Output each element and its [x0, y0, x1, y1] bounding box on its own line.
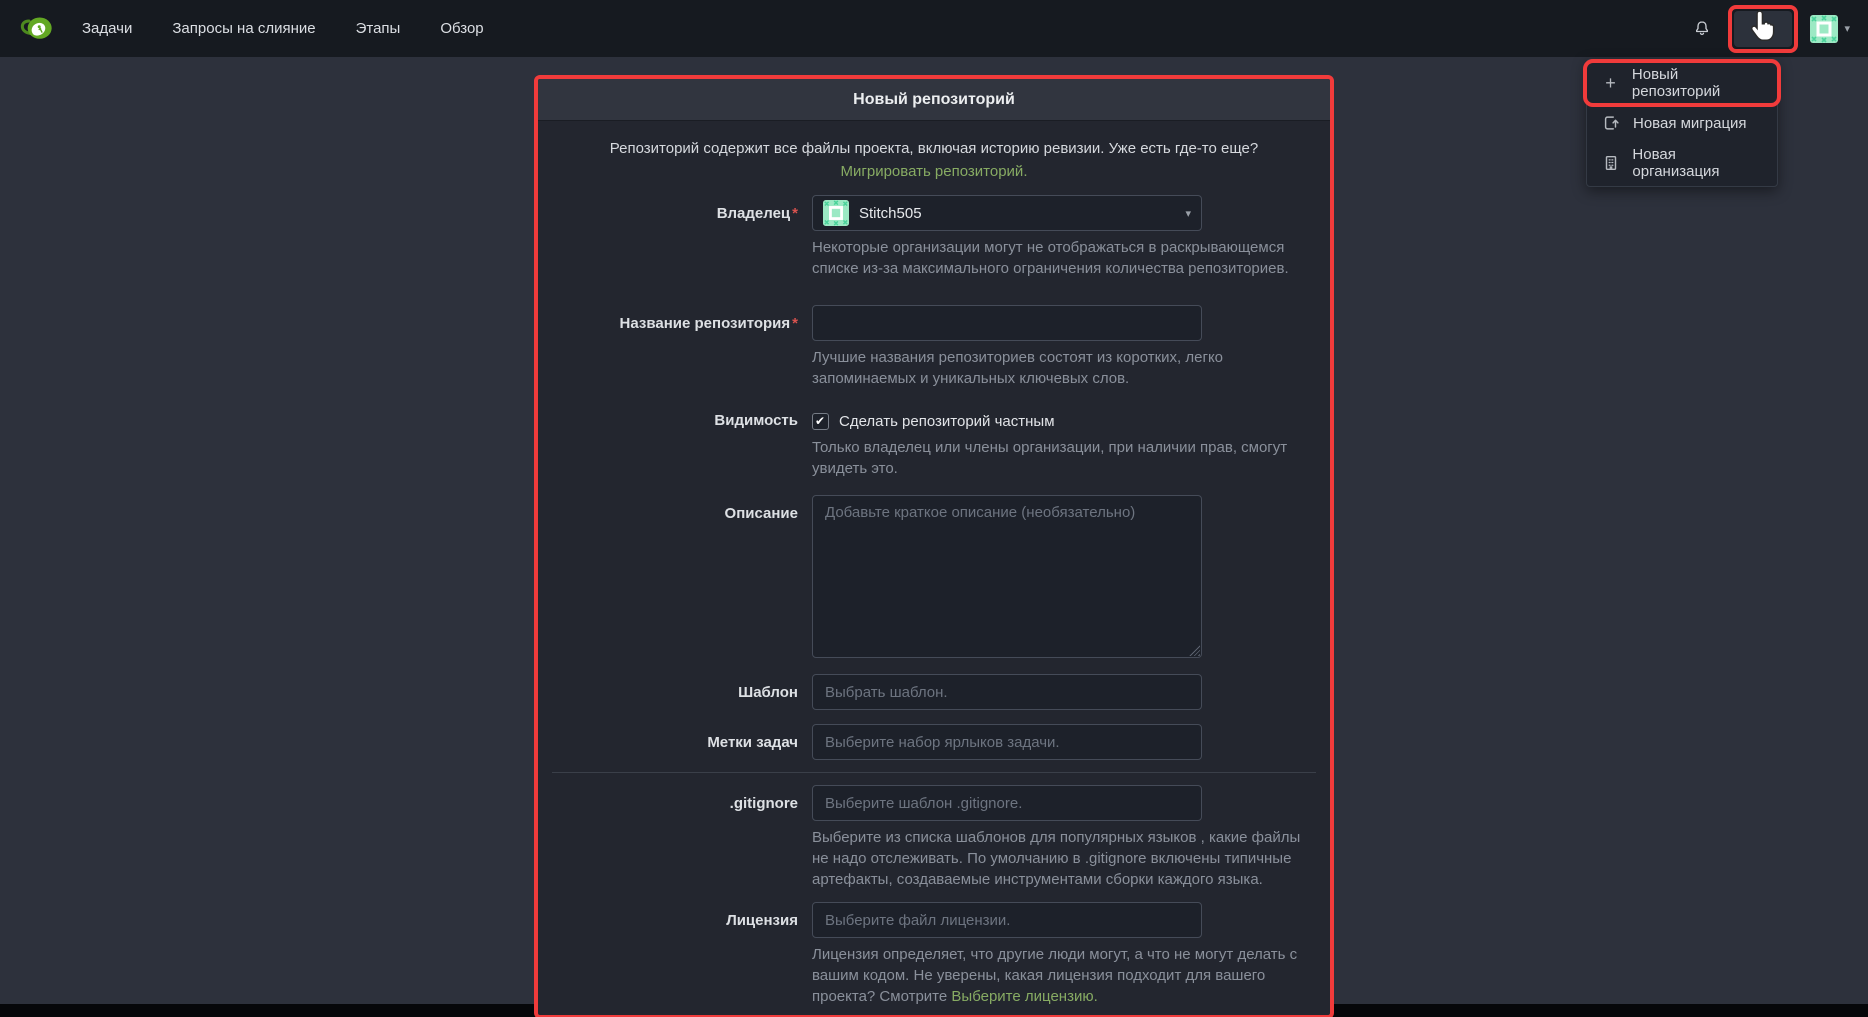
new-repository-form: Новый репозиторий Репозиторий содержит в… — [534, 75, 1334, 1017]
license-label: Лицензия — [538, 902, 812, 1007]
license-row: Лицензия Лицензия определяет, что другие… — [538, 902, 1330, 1007]
required-marker: * — [792, 205, 798, 222]
gitignore-input[interactable] — [812, 785, 1202, 821]
plus-icon: + — [1601, 73, 1620, 94]
notifications-button[interactable] — [1690, 17, 1714, 41]
owner-row: Владелец* Stitch505 ▾ Некоторые организа… — [538, 195, 1330, 279]
repo-name-label: Название репозитория* — [538, 305, 812, 389]
menu-item-new-organization[interactable]: Новая организация — [1587, 143, 1777, 183]
license-help: Лицензия определяет, что другие люди мог… — [812, 944, 1308, 1007]
form-intro: Репозиторий содержит все файлы проекта, … — [572, 137, 1296, 183]
repo-name-row: Название репозитория* Лучшие названия ре… — [538, 305, 1330, 389]
owner-label: Владелец* — [538, 195, 812, 279]
chevron-down-icon: ▾ — [1185, 207, 1191, 220]
bell-icon — [1692, 19, 1712, 39]
create-dropdown-menu: + Новый репозиторий Новая миграция Новая… — [1586, 59, 1778, 187]
issue-labels-label: Метки задач — [538, 724, 812, 760]
private-checkbox-label[interactable]: Сделать репозиторий частным — [839, 413, 1055, 430]
gitea-logo-icon — [20, 13, 54, 45]
navbar-right-actions: + ▾ ▾ — [1690, 5, 1850, 53]
highlight-box-create-button: + ▾ — [1728, 5, 1798, 53]
top-navbar: Задачи Запросы на слияние Этапы Обзор + … — [0, 0, 1868, 57]
template-row: Шаблон — [538, 674, 1330, 710]
organization-icon — [1601, 154, 1620, 172]
menu-item-label: Новая миграция — [1633, 115, 1747, 132]
menu-item-new-migration[interactable]: Новая миграция — [1587, 103, 1777, 143]
visibility-help: Только владелец или члены организации, п… — [812, 437, 1308, 479]
required-marker: * — [792, 315, 798, 332]
issue-labels-row: Метки задач — [538, 724, 1330, 760]
user-menu-button[interactable]: ▾ — [1810, 15, 1850, 43]
license-input[interactable] — [812, 902, 1202, 938]
owner-avatar — [823, 200, 849, 226]
gitea-logo[interactable] — [20, 13, 54, 45]
nav-item-explore[interactable]: Обзор — [440, 20, 483, 37]
visibility-row: Видимость Сделать репозиторий частным То… — [538, 411, 1330, 479]
issue-labels-input[interactable] — [812, 724, 1202, 760]
owner-help: Некоторые организации могут не отображат… — [812, 237, 1308, 279]
description-textarea[interactable] — [812, 495, 1202, 658]
page-title: Новый репозиторий — [853, 91, 1015, 109]
form-body: Репозиторий содержит все файлы проекта, … — [538, 121, 1330, 1015]
description-label: Описание — [538, 495, 812, 658]
section-divider — [552, 772, 1316, 773]
nav-item-issues[interactable]: Задачи — [82, 20, 132, 37]
nav-item-pull-requests[interactable]: Запросы на слияние — [172, 20, 315, 37]
plus-icon: + — [1753, 17, 1765, 40]
owner-value: Stitch505 — [859, 205, 922, 222]
choose-license-link[interactable]: Выберите лицензию. — [951, 988, 1097, 1005]
repo-name-input[interactable] — [812, 305, 1202, 341]
gitignore-row: .gitignore Выберите из списка шаблонов д… — [538, 785, 1330, 890]
private-checkbox[interactable] — [812, 413, 829, 430]
menu-item-new-repository[interactable]: + Новый репозиторий — [1587, 63, 1777, 103]
template-label: Шаблон — [538, 674, 812, 710]
chevron-down-icon: ▾ — [1844, 22, 1850, 35]
nav-item-milestones[interactable]: Этапы — [356, 20, 401, 37]
menu-item-label: Новая организация — [1632, 146, 1763, 180]
migration-icon — [1601, 114, 1621, 132]
form-header: Новый репозиторий — [538, 79, 1330, 121]
description-row: Описание — [538, 495, 1330, 658]
chevron-down-icon: ▾ — [1769, 23, 1774, 34]
gitignore-label: .gitignore — [538, 785, 812, 890]
user-avatar — [1810, 15, 1838, 43]
gitignore-help: Выберите из списка шаблонов для популярн… — [812, 827, 1308, 890]
create-new-button[interactable]: + ▾ — [1734, 11, 1792, 47]
repo-name-help: Лучшие названия репозиториев состоят из … — [812, 347, 1308, 389]
visibility-label: Видимость — [538, 411, 812, 479]
intro-text: Репозиторий содержит все файлы проекта, … — [610, 140, 1258, 157]
owner-select[interactable]: Stitch505 ▾ — [812, 195, 1202, 231]
migrate-repository-link[interactable]: Мигрировать репозиторий. — [841, 163, 1028, 180]
menu-item-label: Новый репозиторий — [1632, 66, 1763, 100]
template-input[interactable] — [812, 674, 1202, 710]
